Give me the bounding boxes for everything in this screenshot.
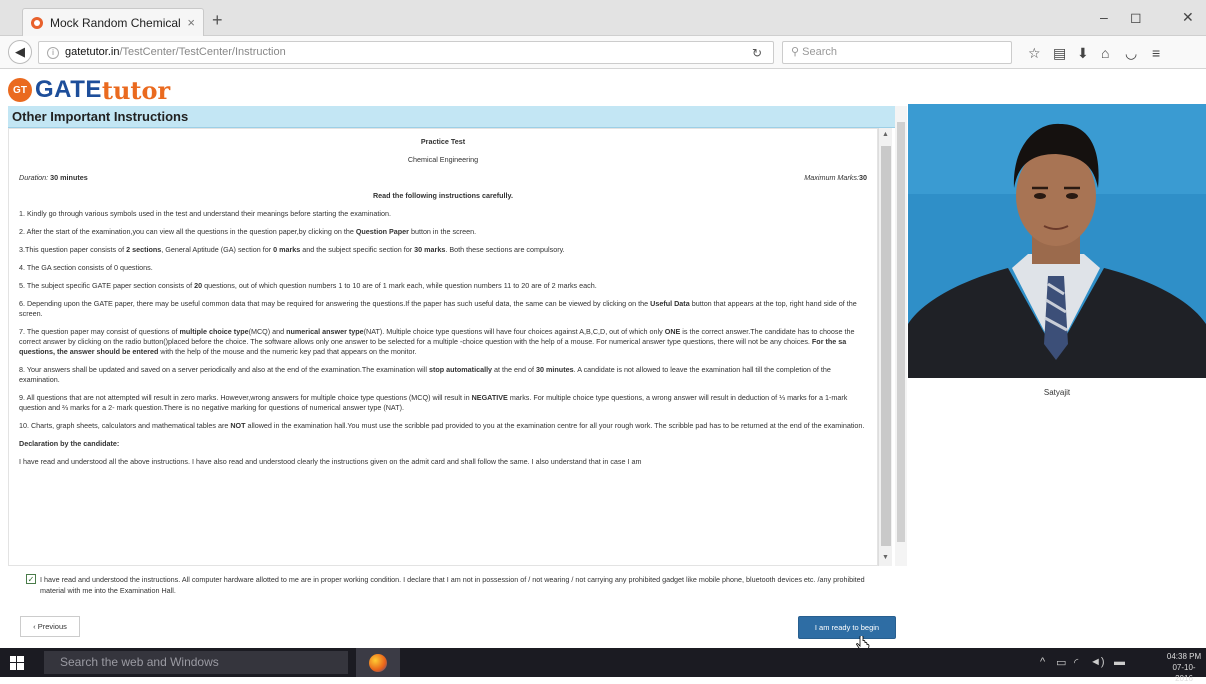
- tab-close-icon[interactable]: ×: [187, 15, 195, 30]
- instruction-5: 5. The subject specific GATE paper secti…: [19, 281, 597, 290]
- previous-button[interactable]: ‹ Previous: [20, 616, 80, 637]
- scrollbar-thumb[interactable]: [881, 146, 891, 546]
- instruction-10: 10. Charts, graph sheets, calculators an…: [19, 421, 865, 430]
- firefox-logo-icon: [369, 653, 387, 672]
- downloads-icon[interactable]: ⬇: [1077, 45, 1089, 62]
- ready-to-begin-button[interactable]: I am ready to begin: [798, 616, 896, 639]
- site-info-icon[interactable]: i: [47, 47, 59, 59]
- scroll-down-icon[interactable]: ▼: [882, 554, 889, 561]
- instruction-3: 3.This question paper consists of 2 sect…: [19, 245, 565, 254]
- windows-taskbar: Search the web and Windows ^ ▭ ◜ ◄) ▬ 04…: [0, 648, 1206, 683]
- pocket-icon[interactable]: ◡: [1125, 45, 1137, 62]
- site-logo[interactable]: GT GATE tutor: [8, 75, 171, 105]
- site-favicon-icon: [31, 16, 43, 29]
- tab-title: Mock Random Chemical ...: [50, 15, 182, 30]
- menu-icon[interactable]: ≡: [1152, 45, 1160, 61]
- tray-action-center-icon[interactable]: ▬: [1114, 656, 1125, 668]
- declaration-text: I have read and understood the instructi…: [40, 575, 865, 595]
- minimize-button[interactable]: –: [1100, 9, 1108, 25]
- logo-gate-text: GATE: [35, 76, 102, 103]
- page-scrollbar[interactable]: [895, 106, 907, 566]
- declaration-checkbox[interactable]: ✓: [26, 574, 36, 584]
- tray-volume-icon[interactable]: ◄): [1090, 656, 1105, 668]
- instruction-2: 2. After the start of the examination,yo…: [19, 227, 477, 236]
- maximize-button[interactable]: ◻: [1130, 9, 1142, 26]
- instructions-heading: Read the following instructions carefull…: [372, 191, 514, 200]
- taskbar-search-input[interactable]: Search the web and Windows: [44, 651, 348, 674]
- back-arrow-icon: ◀: [15, 44, 25, 59]
- browser-navbar: ◀ i gatetutor.in/TestCenter/TestCenter/In…: [0, 36, 1206, 69]
- firefox-taskbar-icon[interactable]: [356, 648, 400, 677]
- instruction-6: 6. Depending upon the GATE paper, there …: [19, 299, 857, 318]
- bookmark-star-icon[interactable]: ☆: [1028, 45, 1041, 62]
- duration: Duration: 30 minutes: [19, 173, 88, 182]
- test-meta-row: Duration: 30 minutes Maximum Marks:30: [19, 173, 867, 183]
- test-type: Practice Test: [420, 137, 466, 146]
- search-placeholder: Search: [802, 46, 837, 58]
- instruction-9: 9. All questions that are not attempted …: [19, 393, 848, 412]
- candidate-name: Satyajit: [1043, 388, 1071, 397]
- browser-tabstrip: Mock Random Chemical ... × + – ◻ ✕: [0, 0, 1206, 36]
- clock-date: 07-10-2016: [1172, 663, 1196, 683]
- url-domain: gatetutor.in: [65, 46, 120, 58]
- back-button[interactable]: ◀: [8, 40, 32, 64]
- reload-icon[interactable]: ↻: [752, 46, 762, 60]
- new-tab-button[interactable]: +: [212, 10, 223, 31]
- browser-tab[interactable]: Mock Random Chemical ... ×: [22, 8, 204, 36]
- instructions-scrollbar[interactable]: ▲ ▼: [878, 128, 892, 566]
- section-title: Other Important Instructions: [8, 106, 895, 128]
- url-path: /TestCenter/TestCenter/Instruction: [119, 46, 286, 58]
- max-marks: Maximum Marks:30: [804, 173, 867, 182]
- windows-start-icon[interactable]: [10, 656, 24, 670]
- tray-network-icon[interactable]: ◜: [1074, 656, 1078, 669]
- instruction-4: 4. The GA section consists of 0 question…: [19, 263, 153, 272]
- instructions-panel: Practice Test Chemical Engineering Durat…: [8, 128, 878, 566]
- page-scrollbar-thumb[interactable]: [897, 122, 905, 542]
- scroll-up-icon[interactable]: ▲: [882, 131, 889, 138]
- tray-battery-icon[interactable]: ▭: [1056, 656, 1066, 669]
- declaration-agreement: ✓ I have read and understood the instruc…: [26, 574, 878, 596]
- reading-list-icon[interactable]: ▤: [1053, 45, 1066, 62]
- home-icon[interactable]: ⌂: [1101, 45, 1109, 61]
- logo-badge: GT: [8, 78, 32, 102]
- declaration-partial-text: I have read and understood all the above…: [19, 457, 642, 466]
- candidate-photo: [908, 104, 1206, 378]
- subject-name: Chemical Engineering: [407, 155, 479, 164]
- search-input[interactable]: ⚲ Search: [782, 41, 1012, 64]
- declaration-heading: Declaration by the candidate:: [19, 439, 120, 448]
- logo-tutor-text: tutor: [101, 75, 171, 105]
- instruction-7: 7. The question paper may consist of que…: [19, 327, 855, 356]
- address-bar[interactable]: i gatetutor.in/TestCenter/TestCenter/Inst…: [38, 41, 774, 64]
- clock-time: 04:38 PM: [1166, 652, 1202, 661]
- instruction-1: 1. Kindly go through various symbols use…: [19, 209, 391, 218]
- search-icon: ⚲: [791, 46, 800, 58]
- taskbar-clock[interactable]: 04:38 PM 07-10-2016: [1164, 651, 1204, 684]
- instruction-8: 8. Your answers shall be updated and sav…: [19, 365, 831, 384]
- tray-chevron-icon[interactable]: ^: [1040, 656, 1045, 668]
- close-window-button[interactable]: ✕: [1182, 9, 1194, 26]
